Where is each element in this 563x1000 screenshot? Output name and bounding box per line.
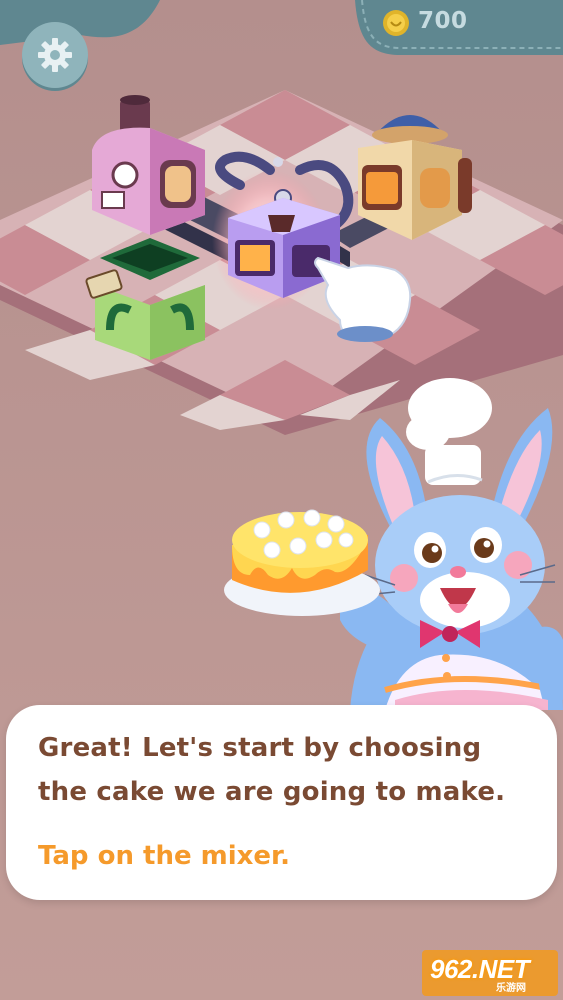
dialog-text-line-2: the cake we are going to make. [38,777,506,807]
watermark-subtext: 乐游网 [496,983,526,994]
gear-icon [38,38,72,72]
top-hud: 700 [0,0,563,88]
coin-icon [383,10,409,36]
tutorial-dialog[interactable]: Great! Let's start by choosing the cake … [6,705,557,900]
dialog-text-line-1: Great! Let's start by choosing [38,733,482,763]
cake-icon [224,509,380,616]
coin-count: 700 [418,8,468,34]
dialog-hint: Tap on the mixer. [38,841,291,871]
settings-button[interactable] [22,22,88,88]
